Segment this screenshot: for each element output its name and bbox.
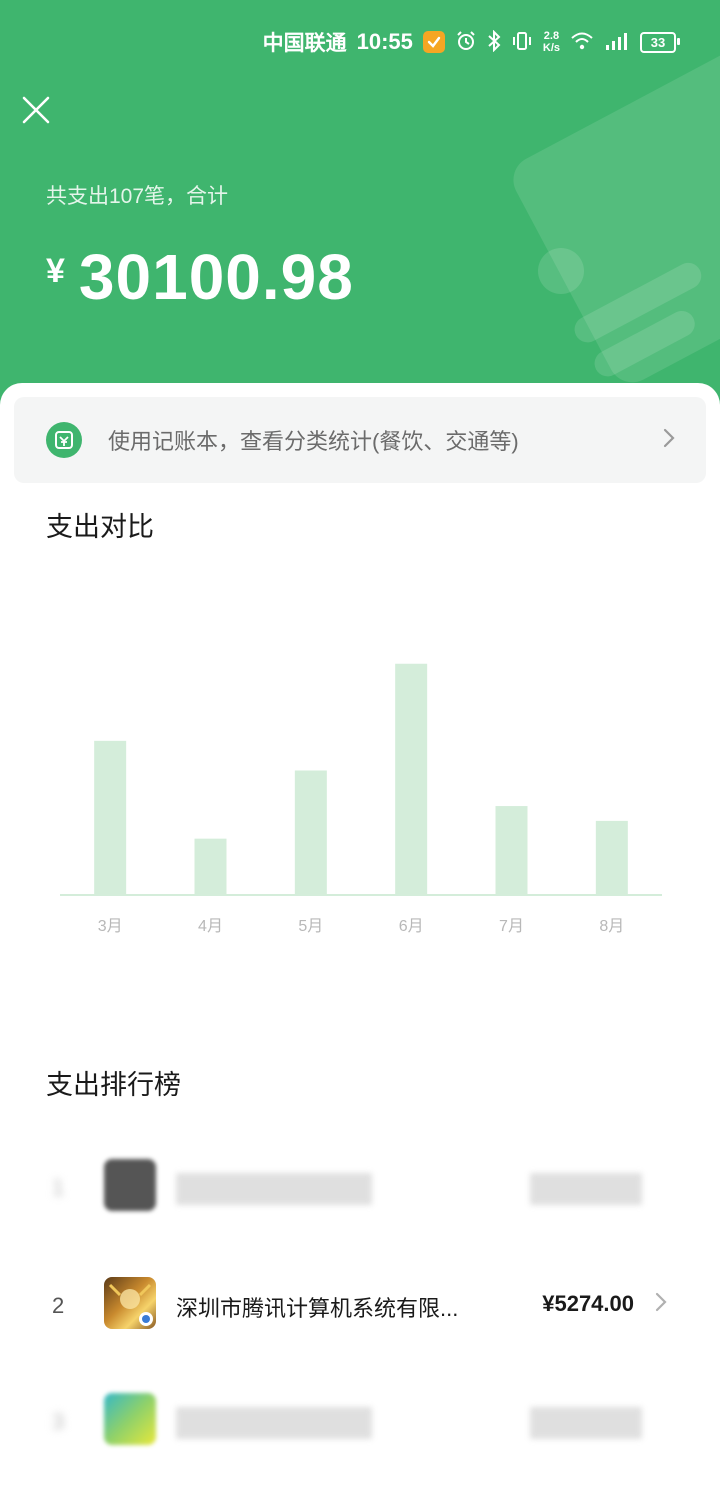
network-speed-value: 2.8 xyxy=(543,30,560,42)
status-bar: 中国联通 10:55 2.8 K/s 33 xyxy=(262,26,680,58)
vibrate-icon xyxy=(511,30,533,55)
merchant-avatar xyxy=(104,1277,156,1329)
chart-bar-3[interactable] xyxy=(294,770,327,895)
network-speed: 2.8 K/s xyxy=(543,30,560,54)
chart-tick-label: 5月 xyxy=(298,918,323,935)
chart-bar-5[interactable] xyxy=(495,806,528,895)
comparison-title: 支出对比 xyxy=(46,512,154,542)
chart-tick-label: 6月 xyxy=(399,918,424,935)
ranking-title: 支出排行榜 xyxy=(46,1070,181,1100)
clock: 10:55 xyxy=(356,29,413,54)
chevron-right-icon xyxy=(654,1291,668,1318)
chart-tick-label: 7月 xyxy=(499,918,524,935)
expense-comparison-chart: 3月 4月 5月 6月 7月 8月 xyxy=(60,663,662,935)
merchant-amount: ¥5274.00 xyxy=(542,1291,634,1316)
ledger-banner-text: 使用记账本，查看分类统计(餐饮、交通等) xyxy=(108,429,519,454)
chart-tick-label: 4月 xyxy=(198,918,223,935)
header: 中国联通 10:55 2.8 K/s 33 共支出107笔，合计 ¥ 30100… xyxy=(0,0,720,420)
chart-tick-label: 3月 xyxy=(98,918,123,935)
expense-summary: 共支出107笔，合计 xyxy=(46,185,229,208)
merchant-avatar xyxy=(104,1159,156,1211)
redacted-name xyxy=(176,1407,372,1439)
rank-number: 1 xyxy=(52,1175,65,1200)
currency-symbol: ¥ xyxy=(46,252,65,290)
ledger-icon xyxy=(46,422,82,458)
decorative-card-shape xyxy=(505,38,720,391)
chevron-right-icon xyxy=(662,427,676,454)
total-amount: ¥ 30100.98 xyxy=(46,240,354,314)
chart-bar-6[interactable] xyxy=(595,820,628,895)
decorative-dot xyxy=(538,248,584,294)
alarm-icon xyxy=(455,30,477,55)
app-badge-icon xyxy=(422,31,445,53)
wifi-icon xyxy=(570,31,594,54)
ranking-row[interactable]: 1 xyxy=(0,1145,720,1235)
chart-bar-2[interactable] xyxy=(194,838,227,895)
redacted-amount xyxy=(530,1407,642,1439)
bluetooth-icon xyxy=(487,29,501,55)
battery-icon: 33 xyxy=(640,31,680,53)
redacted-amount xyxy=(530,1173,642,1205)
carrier-name: 中国联通 xyxy=(262,32,347,55)
ranking-row[interactable]: 3 xyxy=(0,1379,720,1469)
chart-bar-1[interactable] xyxy=(94,740,127,895)
chart-bar-4[interactable] xyxy=(395,663,428,895)
redacted-name xyxy=(176,1173,372,1205)
rank-number: 2 xyxy=(52,1293,65,1318)
signal-icon xyxy=(604,31,630,54)
merchant-name: 深圳市腾讯计算机系统有限... xyxy=(176,1296,459,1321)
network-speed-unit: K/s xyxy=(542,42,560,54)
rank-number: 3 xyxy=(52,1409,65,1434)
merchant-avatar xyxy=(104,1393,156,1445)
ledger-banner[interactable]: 使用记账本，查看分类统计(餐饮、交通等) xyxy=(14,397,706,483)
content-sheet: 使用记账本，查看分类统计(餐饮、交通等) 支出对比 3月 4月 5月 6月 7月 8月 支… xyxy=(0,383,720,1485)
close-button[interactable] xyxy=(18,92,54,128)
close-icon xyxy=(22,96,50,124)
chart-tick-label: 8月 xyxy=(599,918,624,935)
total-amount-value: 30100.98 xyxy=(78,241,354,313)
ranking-row[interactable]: 2 深圳市腾讯计算机系统有限... ¥5274.00 xyxy=(0,1263,720,1353)
